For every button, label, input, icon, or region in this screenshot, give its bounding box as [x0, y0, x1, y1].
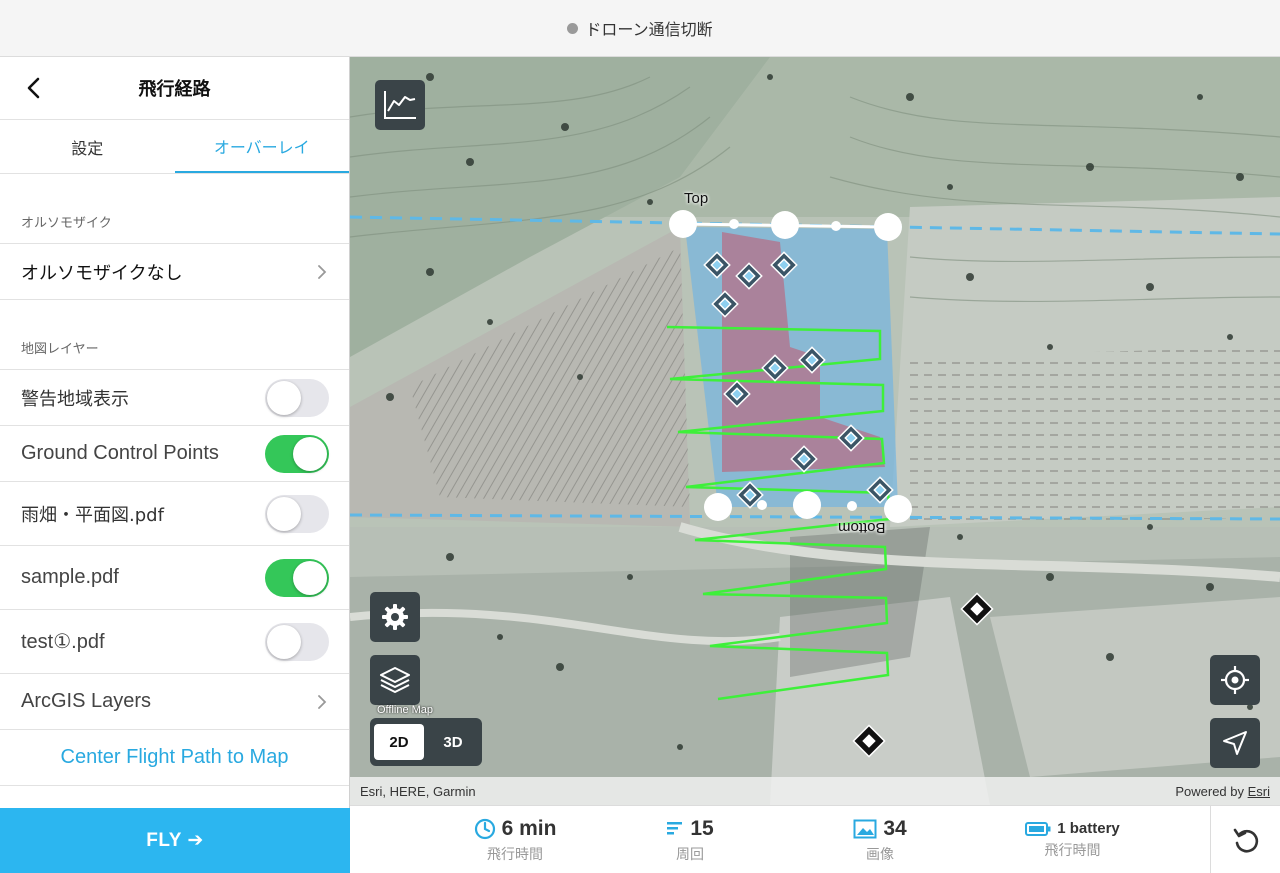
- toggle-knob: [293, 560, 327, 595]
- stat-images: 34 画像: [820, 806, 940, 873]
- attribution-sources: Esri, HERE, Garmin: [360, 783, 476, 799]
- map-view[interactable]: Top Bottom Offline Map 2D 3D Esri, HERE,…: [350, 57, 1280, 805]
- arcgis-layers-label: ArcGIS Layers: [21, 690, 152, 712]
- map-attribution: Esri, HERE, Garmin Powered by Esri: [350, 777, 1280, 805]
- fly-button[interactable]: FLY ➔: [0, 808, 350, 873]
- ortho-value: オルソモザイクなし: [21, 262, 183, 284]
- tab-settings[interactable]: 設定: [0, 120, 175, 173]
- chevron-right-icon: [318, 694, 327, 709]
- layer-row-warning-area: 警告地域表示: [0, 370, 349, 426]
- elevation-profile-button[interactable]: [375, 80, 425, 130]
- warning-area-toggle[interactable]: [265, 378, 329, 417]
- top-edge-label: Top: [684, 190, 709, 207]
- battery-value: 1 battery: [1057, 820, 1120, 837]
- toggle-knob: [267, 496, 301, 531]
- layer-label: 警告地域表示: [21, 388, 129, 410]
- layer-label: test①.pdf: [21, 631, 105, 653]
- toggle-knob: [293, 436, 327, 471]
- layer-row-test-pdf: test①.pdf: [0, 610, 349, 674]
- offline-map-label: Offline Map: [377, 704, 434, 716]
- laps-value: 15: [690, 816, 714, 840]
- crosshair-icon: [1221, 666, 1249, 694]
- layers-icon: [380, 667, 410, 693]
- flight-time-value: 6 min: [501, 816, 557, 840]
- layer-row-sample-pdf: sample.pdf: [0, 546, 349, 610]
- undo-button[interactable]: [1210, 805, 1280, 873]
- ortho-section-label: オルソモザイク: [0, 174, 349, 244]
- laps-label: 周回: [676, 846, 704, 863]
- test-pdf-toggle[interactable]: [265, 622, 329, 661]
- arcgis-layers-row[interactable]: ArcGIS Layers: [0, 674, 349, 730]
- connection-status-text: ドローン通信切断: [585, 20, 713, 39]
- layer-label: 雨畑・平面図.pdf: [21, 504, 164, 526]
- layers-button[interactable]: [370, 655, 420, 705]
- chevron-left-icon: [27, 77, 40, 99]
- tab-bar: 設定 オーバーレイ: [0, 120, 349, 174]
- settings-panel: 飛行経路 設定 オーバーレイ オルソモザイク オルソモザイクなし 地図レイヤー …: [0, 57, 350, 873]
- amehata-pdf-toggle[interactable]: [265, 494, 329, 533]
- status-bar: ドローン通信切断: [0, 0, 1280, 57]
- attribution-powered: Powered by Esri: [1175, 784, 1270, 799]
- navigate-button[interactable]: [1210, 718, 1260, 768]
- view-3d-button[interactable]: 3D: [428, 724, 478, 760]
- view-2d-button[interactable]: 2D: [374, 724, 424, 760]
- chevron-right-icon: [318, 264, 327, 279]
- flight-stats-bar: 6 min 飛行時間 15 周回 34 画像 1 battery 飛行時間: [350, 805, 1210, 873]
- layers-section-label: 地図レイヤー: [0, 300, 349, 370]
- esri-link[interactable]: Esri: [1248, 784, 1270, 799]
- chart-icon: [384, 91, 416, 119]
- toggle-knob: [267, 380, 301, 415]
- undo-icon: [1233, 828, 1258, 852]
- battery-label: 飛行時間: [1044, 843, 1101, 859]
- image-icon: [853, 819, 877, 838]
- layer-label: Ground Control Points: [21, 442, 219, 464]
- ortho-selector[interactable]: オルソモザイクなし: [0, 244, 349, 300]
- locate-button[interactable]: [1210, 655, 1260, 705]
- bottom-edge-label: Bottom: [838, 519, 886, 536]
- sample-pdf-toggle[interactable]: [265, 558, 329, 597]
- back-button[interactable]: [18, 73, 48, 103]
- navigation-arrow-icon: [1223, 731, 1247, 755]
- lines-icon: [667, 821, 683, 834]
- map-settings-button[interactable]: [370, 592, 420, 642]
- stat-laps: 15 周回: [640, 806, 740, 873]
- gear-icon: [382, 604, 408, 630]
- images-value: 34: [883, 816, 907, 840]
- stat-flight-time: 6 min 飛行時間: [445, 806, 585, 873]
- flight-time-label: 飛行時間: [487, 846, 543, 863]
- powered-by-text: Powered by: [1175, 783, 1248, 799]
- panel-title: 飛行経路: [138, 79, 211, 100]
- battery-icon: [1025, 821, 1051, 836]
- layer-label: sample.pdf: [21, 566, 119, 588]
- map-canvas: [350, 57, 1280, 805]
- images-label: 画像: [866, 846, 894, 863]
- clock-icon: [474, 818, 495, 839]
- panel-header: 飛行経路: [0, 57, 349, 120]
- center-flight-path-link[interactable]: Center Flight Path to Map: [0, 730, 349, 786]
- dimension-toggle: 2D 3D: [370, 718, 482, 766]
- layer-row-amehata-pdf: 雨畑・平面図.pdf: [0, 482, 349, 546]
- connection-status-dot: [567, 22, 579, 34]
- layer-row-gcp: Ground Control Points: [0, 426, 349, 482]
- tab-overlay[interactable]: オーバーレイ: [174, 120, 349, 173]
- gcp-toggle[interactable]: [265, 434, 329, 473]
- toggle-knob: [267, 624, 301, 659]
- stat-battery: 1 battery 飛行時間: [1000, 806, 1145, 873]
